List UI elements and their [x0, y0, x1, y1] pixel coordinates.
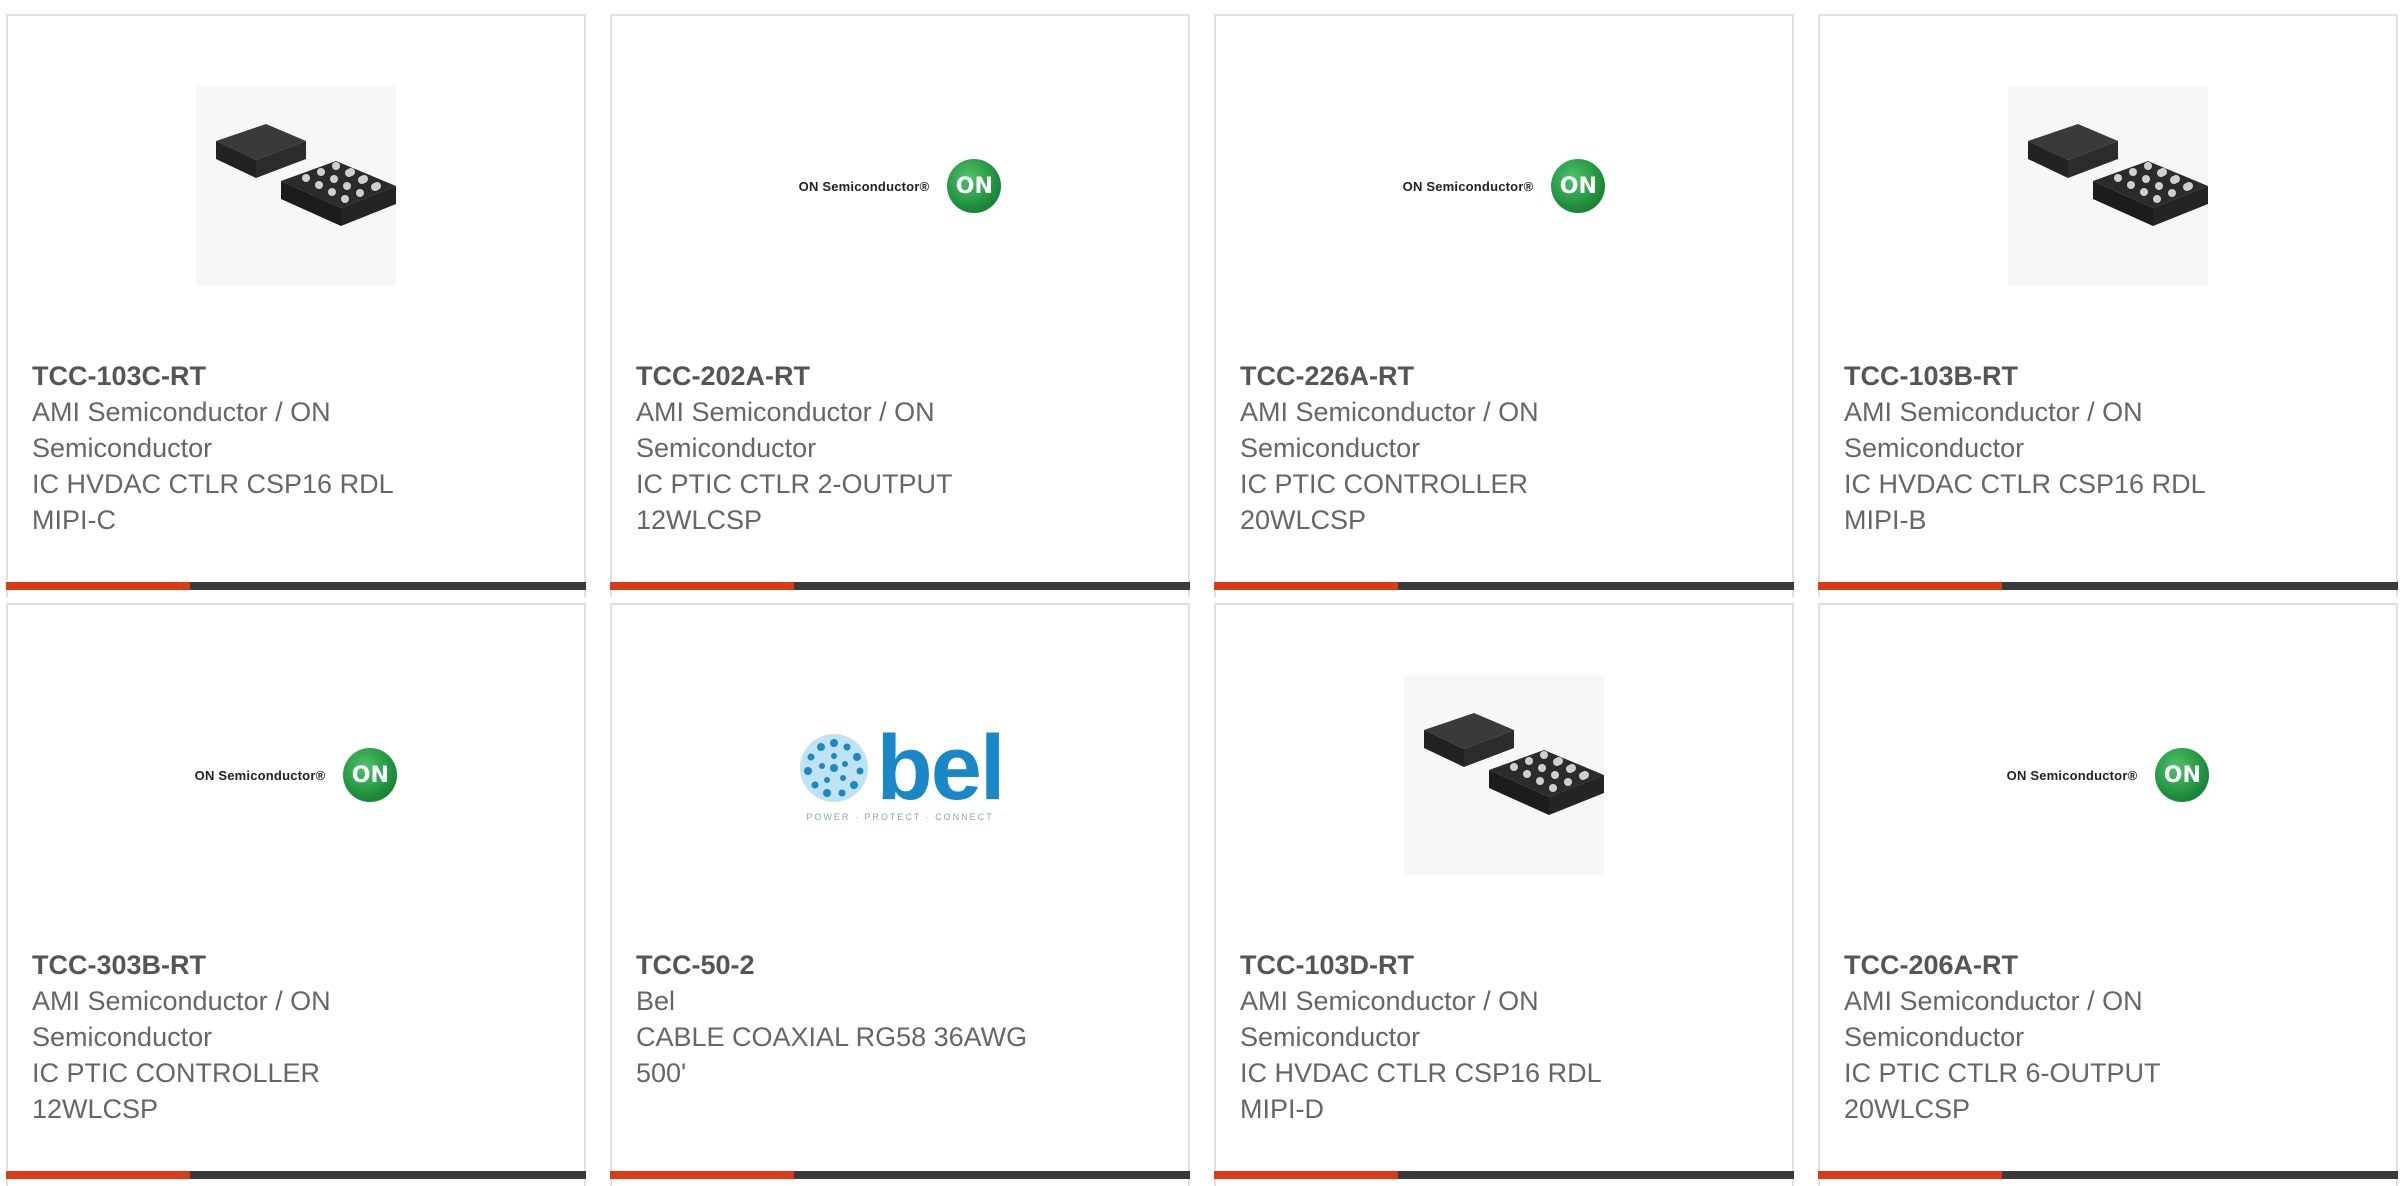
manufacturer: AMI Semiconductor / ON Semiconductor	[636, 397, 935, 463]
product-info: TCC-226A-RT AMI Semiconductor / ON Semic…	[1240, 358, 1768, 538]
part-number[interactable]: TCC-103D-RT	[1240, 947, 1768, 983]
manufacturer: AMI Semiconductor / ON Semiconductor	[32, 397, 331, 463]
on-badge-icon: ON	[343, 748, 398, 802]
description: IC PTIC CTLR 6-OUTPUT 20WLCSP	[1844, 1058, 2161, 1124]
product-card[interactable]: ON Semiconductor® ON TCC-303B-RT AMI Sem…	[6, 603, 586, 1186]
on-semiconductor-logo: ON Semiconductor® ON	[2007, 748, 2210, 802]
product-card[interactable]: TCC-103D-RT AMI Semiconductor / ON Semic…	[1214, 603, 1794, 1186]
product-image[interactable]: ON Semiconductor® ON	[1216, 16, 1792, 356]
on-badge-icon: ON	[2155, 748, 2210, 802]
on-semiconductor-logo: ON Semiconductor® ON	[195, 748, 398, 802]
manufacturer: Bel	[636, 986, 676, 1016]
part-number[interactable]: TCC-206A-RT	[1844, 947, 2372, 983]
description: IC HVDAC CTLR CSP16 RDL MIPI-D	[1240, 1058, 1602, 1124]
manufacturer: AMI Semiconductor / ON Semiconductor	[1844, 397, 2143, 463]
product-grid: TCC-103C-RT AMI Semiconductor / ON Semic…	[0, 0, 2400, 1186]
accent-bar	[1214, 1171, 1398, 1179]
card-bottom-bar	[610, 582, 1190, 590]
product-info: TCC-50-2 Bel CABLE COAXIAL RG58 36AWG 50…	[636, 947, 1164, 1091]
product-image[interactable]	[8, 16, 584, 356]
bel-globe-icon	[799, 734, 868, 802]
part-number[interactable]: TCC-103C-RT	[32, 358, 560, 394]
logo-text: ON Semiconductor®	[194, 767, 326, 783]
description: CABLE COAXIAL RG58 36AWG 500'	[636, 1022, 1028, 1088]
card-bottom-bar	[1818, 1171, 2398, 1179]
product-card[interactable]: ON Semiconductor® ON TCC-226A-RT AMI Sem…	[1214, 14, 1794, 597]
chip-package-image	[196, 86, 396, 286]
logo-text: ON Semiconductor®	[1402, 178, 1534, 194]
product-card[interactable]: TCC-103B-RT AMI Semiconductor / ON Semic…	[1818, 14, 2398, 597]
part-number[interactable]: TCC-103B-RT	[1844, 358, 2372, 394]
product-info: TCC-202A-RT AMI Semiconductor / ON Semic…	[636, 358, 1164, 538]
accent-bar	[1214, 582, 1398, 590]
manufacturer: AMI Semiconductor / ON Semiconductor	[1240, 986, 1539, 1052]
logo-text: ON Semiconductor®	[2006, 767, 2138, 783]
part-number[interactable]: TCC-50-2	[636, 947, 1164, 983]
card-bottom-bar	[6, 582, 586, 590]
part-number[interactable]: TCC-303B-RT	[32, 947, 560, 983]
chip-package-image	[1404, 675, 1604, 875]
card-bottom-bar	[1818, 582, 2398, 590]
description: IC HVDAC CTLR CSP16 RDL MIPI-B	[1844, 469, 2206, 535]
product-card[interactable]: bel POWER · PROTECT · CONNECT TCC-50-2 B…	[610, 603, 1190, 1186]
part-number[interactable]: TCC-202A-RT	[636, 358, 1164, 394]
product-card[interactable]: TCC-103C-RT AMI Semiconductor / ON Semic…	[6, 14, 586, 597]
part-number[interactable]: TCC-226A-RT	[1240, 358, 1768, 394]
description: IC HVDAC CTLR CSP16 RDL MIPI-C	[32, 469, 394, 535]
on-badge-icon: ON	[947, 159, 1002, 213]
product-card[interactable]: ON Semiconductor® ON TCC-202A-RT AMI Sem…	[610, 14, 1190, 597]
description: IC PTIC CONTROLLER 12WLCSP	[32, 1058, 321, 1124]
product-info: TCC-103B-RT AMI Semiconductor / ON Semic…	[1844, 358, 2372, 538]
product-info: TCC-103D-RT AMI Semiconductor / ON Semic…	[1240, 947, 1768, 1127]
accent-bar	[610, 1171, 794, 1179]
product-image[interactable]: bel POWER · PROTECT · CONNECT	[612, 605, 1188, 945]
accent-bar	[6, 582, 190, 590]
card-bottom-bar	[6, 1171, 586, 1179]
manufacturer: AMI Semiconductor / ON Semiconductor	[1240, 397, 1539, 463]
card-bottom-bar	[1214, 582, 1794, 590]
on-semiconductor-logo: ON Semiconductor® ON	[799, 159, 1002, 213]
on-semiconductor-logo: ON Semiconductor® ON	[1403, 159, 1606, 213]
product-image[interactable]	[1820, 16, 2396, 356]
on-badge-icon: ON	[1551, 159, 1606, 213]
bel-logo: bel POWER · PROTECT · CONNECT	[797, 717, 1006, 822]
manufacturer: AMI Semiconductor / ON Semiconductor	[1844, 986, 2143, 1052]
product-image[interactable]: ON Semiconductor® ON	[8, 605, 584, 945]
card-bottom-bar	[610, 1171, 1190, 1179]
product-info: TCC-206A-RT AMI Semiconductor / ON Semic…	[1844, 947, 2372, 1127]
product-card[interactable]: ON Semiconductor® ON TCC-206A-RT AMI Sem…	[1818, 603, 2398, 1186]
description: IC PTIC CONTROLLER 20WLCSP	[1240, 469, 1529, 535]
product-image[interactable]	[1216, 605, 1792, 945]
product-info: TCC-303B-RT AMI Semiconductor / ON Semic…	[32, 947, 560, 1127]
card-bottom-bar	[1214, 1171, 1794, 1179]
accent-bar	[6, 1171, 190, 1179]
logo-text: ON Semiconductor®	[798, 178, 930, 194]
product-image[interactable]: ON Semiconductor® ON	[1820, 605, 2396, 945]
accent-bar	[610, 582, 794, 590]
bel-wordmark: bel	[876, 717, 1006, 819]
accent-bar	[1818, 582, 2002, 590]
product-image[interactable]: ON Semiconductor® ON	[612, 16, 1188, 356]
description: IC PTIC CTLR 2-OUTPUT 12WLCSP	[636, 469, 953, 535]
accent-bar	[1818, 1171, 2002, 1179]
chip-package-image	[2008, 86, 2208, 286]
manufacturer: AMI Semiconductor / ON Semiconductor	[32, 986, 331, 1052]
bel-tagline: POWER · PROTECT · CONNECT	[806, 812, 994, 822]
product-info: TCC-103C-RT AMI Semiconductor / ON Semic…	[32, 358, 560, 538]
